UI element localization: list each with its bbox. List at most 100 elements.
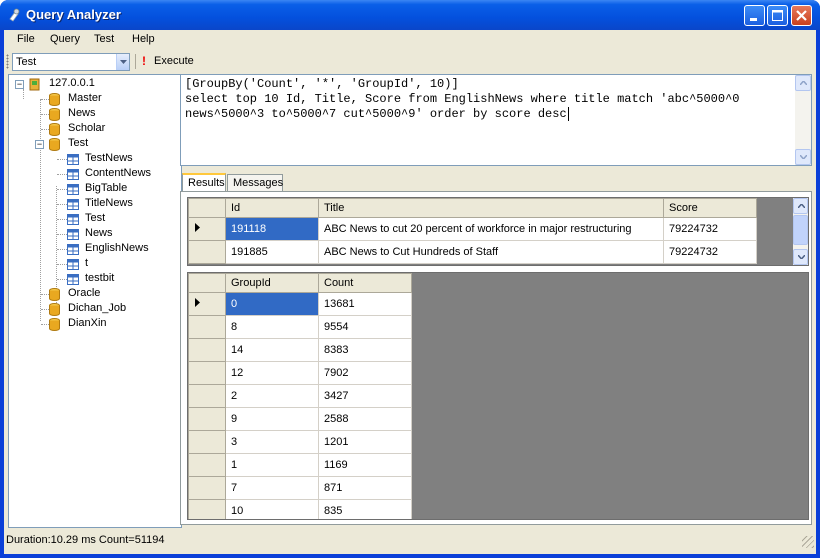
tree-item-table[interactable]: News xyxy=(9,227,179,242)
tree-item-server[interactable]: − 127.0.0.1 xyxy=(9,77,179,92)
execute-button[interactable]: ! Execute xyxy=(139,52,199,71)
row-header[interactable] xyxy=(188,384,226,408)
cell[interactable]: 191885 xyxy=(225,240,319,264)
query-editor[interactable]: [GroupBy('Count', '*', 'GroupId', 10)] s… xyxy=(180,74,812,166)
cell[interactable]: 13681 xyxy=(318,292,412,316)
cell[interactable]: 1 xyxy=(225,453,319,477)
results-grid-2[interactable]: GroupId Count 0 13681 8 9554 14 8383 12 790… xyxy=(187,272,809,520)
cell[interactable]: 9554 xyxy=(318,315,412,339)
toolbar-grip[interactable] xyxy=(6,54,9,69)
menu-query[interactable]: Query xyxy=(50,33,80,45)
cell[interactable]: 79224732 xyxy=(663,217,757,241)
tab-messages[interactable]: Messages xyxy=(227,174,283,192)
cell[interactable]: 14 xyxy=(225,338,319,362)
menu-file[interactable]: File xyxy=(17,33,35,45)
row-header[interactable] xyxy=(188,476,226,500)
tree-item-table[interactable]: t xyxy=(9,257,179,272)
tree-item-table[interactable]: ContentNews xyxy=(9,167,179,182)
tree-item-db[interactable]: Master xyxy=(9,92,179,107)
tree-item-table[interactable]: TestNews xyxy=(9,152,179,167)
tree-item-table[interactable]: TitleNews xyxy=(9,197,179,212)
row-header[interactable] xyxy=(188,240,226,264)
cell[interactable]: 191118 xyxy=(225,217,319,241)
cell[interactable]: 3427 xyxy=(318,384,412,408)
cell[interactable]: 9 xyxy=(225,407,319,431)
tree-item-db[interactable]: News xyxy=(9,107,179,122)
tree-item-table[interactable]: Test xyxy=(9,212,179,227)
tree-item-db[interactable]: DianXin xyxy=(9,317,179,332)
cell[interactable]: 10 xyxy=(225,499,319,519)
table-row[interactable]: 0 13681 xyxy=(188,292,412,316)
tree-item-table[interactable]: BigTable xyxy=(9,182,179,197)
scroll-up-button[interactable] xyxy=(793,198,808,214)
column-header[interactable]: Id xyxy=(225,198,319,218)
database-select[interactable]: Test xyxy=(12,53,130,71)
cell[interactable]: 2 xyxy=(225,384,319,408)
cell[interactable]: 12 xyxy=(225,361,319,385)
table-row[interactable]: 191118 ABC News to cut 20 percent of wor… xyxy=(188,217,757,241)
cell[interactable]: 3 xyxy=(225,430,319,454)
table-row[interactable]: 191885 ABC News to Cut Hundreds of Staff… xyxy=(188,240,757,264)
row-header-corner[interactable] xyxy=(188,273,226,293)
table-row[interactable]: 3 1201 xyxy=(188,430,412,454)
minimize-button[interactable] xyxy=(744,5,765,26)
table-row[interactable]: 2 3427 xyxy=(188,384,412,408)
tree-item-table[interactable]: testbit xyxy=(9,272,179,287)
row-header[interactable] xyxy=(188,217,226,241)
row-header[interactable] xyxy=(188,292,226,316)
tree-item-db[interactable]: Oracle xyxy=(9,287,179,302)
row-header[interactable] xyxy=(188,407,226,431)
tree-item-db-test[interactable]: − Test xyxy=(9,137,179,152)
scroll-thumb[interactable] xyxy=(793,215,808,245)
table-row[interactable]: 14 8383 xyxy=(188,338,412,362)
menu-test[interactable]: Test xyxy=(94,33,114,45)
cell[interactable]: ABC News to cut 20 percent of workforce … xyxy=(318,217,664,241)
table-row[interactable]: 7 871 xyxy=(188,476,412,500)
table-row[interactable]: 1 1169 xyxy=(188,453,412,477)
row-header-corner[interactable] xyxy=(188,198,226,218)
row-header[interactable] xyxy=(188,361,226,385)
collapse-icon[interactable]: − xyxy=(15,80,24,89)
cell[interactable]: 8383 xyxy=(318,338,412,362)
row-header[interactable] xyxy=(188,453,226,477)
object-tree[interactable]: − 127.0.0.1 Master News Scholar − Test T… xyxy=(8,74,182,528)
row-header[interactable] xyxy=(188,499,226,519)
row-header[interactable] xyxy=(188,338,226,362)
grid1-scrollbar[interactable] xyxy=(793,198,808,265)
cell[interactable]: 8 xyxy=(225,315,319,339)
cell[interactable]: ABC News to Cut Hundreds of Staff xyxy=(318,240,664,264)
cell[interactable]: 7902 xyxy=(318,361,412,385)
cell[interactable]: 2588 xyxy=(318,407,412,431)
collapse-icon[interactable]: − xyxy=(35,140,44,149)
scroll-down-button[interactable] xyxy=(793,249,808,265)
column-header[interactable]: Count xyxy=(318,273,412,293)
database-select-arrow[interactable] xyxy=(116,54,129,70)
maximize-button[interactable] xyxy=(767,5,788,26)
column-header[interactable]: Score xyxy=(663,198,757,218)
menu-help[interactable]: Help xyxy=(132,33,155,45)
table-row[interactable]: 10 835 xyxy=(188,499,412,519)
cell[interactable]: 0 xyxy=(225,292,319,316)
row-header[interactable] xyxy=(188,315,226,339)
tab-results[interactable]: Results xyxy=(182,173,226,193)
cell[interactable]: 1169 xyxy=(318,453,412,477)
row-header[interactable] xyxy=(188,430,226,454)
tree-item-db[interactable]: Dichan_Job xyxy=(9,302,179,317)
table-row[interactable]: 9 2588 xyxy=(188,407,412,431)
cell[interactable]: 871 xyxy=(318,476,412,500)
cell[interactable]: 1201 xyxy=(318,430,412,454)
cell[interactable]: 79224732 xyxy=(663,240,757,264)
cell[interactable]: 835 xyxy=(318,499,412,519)
resize-grip[interactable] xyxy=(802,536,814,548)
close-button[interactable] xyxy=(791,5,812,26)
cell[interactable]: 7 xyxy=(225,476,319,500)
query-text[interactable]: [GroupBy('Count', '*', 'GroupId', 10)] s… xyxy=(185,77,740,122)
tree-item-table[interactable]: EnglishNews xyxy=(9,242,179,257)
table-row[interactable]: 12 7902 xyxy=(188,361,412,385)
table-row[interactable]: 8 9554 xyxy=(188,315,412,339)
column-header[interactable]: Title xyxy=(318,198,664,218)
column-header[interactable]: GroupId xyxy=(225,273,319,293)
scroll-down-button[interactable] xyxy=(795,149,811,165)
results-grid-1[interactable]: Id Title Score 191118 ABC News to cut 20… xyxy=(187,197,809,266)
title-bar[interactable]: Query Analyzer xyxy=(0,0,820,30)
